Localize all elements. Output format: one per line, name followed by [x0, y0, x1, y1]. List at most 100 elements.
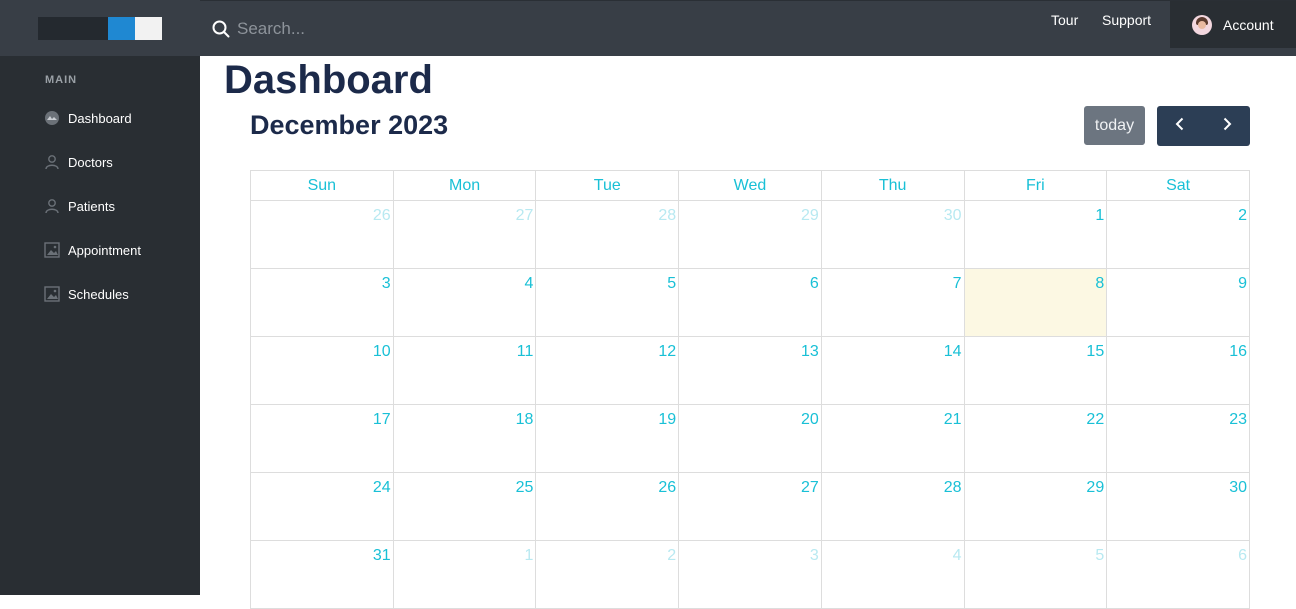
- calendar-day[interactable]: 1: [963, 200, 1108, 269]
- calendar-day[interactable]: 23: [1106, 404, 1250, 473]
- sidebar-item-schedules[interactable]: Schedules: [0, 272, 200, 316]
- calendar-day-other-month[interactable]: 26: [250, 200, 394, 269]
- day-number: 28: [943, 479, 962, 496]
- logo[interactable]: [38, 17, 162, 40]
- day-number: 30: [943, 207, 962, 224]
- sidebar-item-appointment[interactable]: Appointment: [0, 228, 200, 272]
- topbar: Tour Support Account: [200, 0, 1296, 56]
- calendar-day[interactable]: 9: [1106, 268, 1250, 337]
- chevron-right-icon: [1220, 117, 1234, 136]
- weekday-header: Sun: [250, 170, 394, 201]
- calendar-day[interactable]: 4: [392, 268, 537, 337]
- day-number: 16: [1229, 343, 1247, 360]
- search-input[interactable]: [237, 13, 837, 45]
- day-number: 25: [515, 479, 534, 496]
- calendar-day[interactable]: 24: [250, 472, 394, 541]
- day-number: 4: [524, 275, 534, 292]
- day-number: 17: [372, 411, 391, 428]
- tour-link[interactable]: Tour: [1051, 12, 1078, 28]
- weekday-header: Fri: [963, 170, 1108, 201]
- calendar-day-other-month[interactable]: 4: [820, 540, 965, 609]
- calendar-title: December 2023: [250, 110, 449, 140]
- day-number: 29: [801, 207, 819, 224]
- day-number: 5: [1095, 547, 1105, 564]
- calendar-day[interactable]: 3: [250, 268, 394, 337]
- calendar-day[interactable]: 25: [392, 472, 537, 541]
- calendar-day[interactable]: 27: [678, 472, 822, 541]
- search-icon[interactable]: [212, 20, 230, 38]
- day-number: 29: [1086, 479, 1105, 496]
- calendar-day[interactable]: 18: [392, 404, 537, 473]
- calendar-week-row: 31 1 2 3 4 5 6: [250, 540, 1250, 609]
- sidebar-item-doctors[interactable]: Doctors: [0, 140, 200, 184]
- day-number: 23: [1229, 411, 1247, 428]
- day-number: 3: [809, 547, 819, 564]
- account-menu[interactable]: Account: [1170, 1, 1296, 48]
- calendar-day[interactable]: 29: [963, 472, 1108, 541]
- day-number: 5: [667, 275, 677, 292]
- today-button[interactable]: today: [1084, 106, 1145, 145]
- sidebar-section-title: MAIN: [45, 74, 78, 86]
- day-number: 10: [372, 343, 391, 360]
- sidebar-item-label: Doctors: [68, 154, 113, 170]
- calendar-day[interactable]: 13: [678, 336, 822, 405]
- day-number: 27: [515, 207, 534, 224]
- calendar-day[interactable]: 10: [250, 336, 394, 405]
- day-number: 7: [952, 275, 962, 292]
- calendar-day[interactable]: 16: [1106, 336, 1250, 405]
- calendar-day[interactable]: 17: [250, 404, 394, 473]
- calendar-day-other-month[interactable]: 29: [678, 200, 822, 269]
- sidebar-item-patients[interactable]: Patients: [0, 184, 200, 228]
- next-month-button[interactable]: [1204, 106, 1251, 146]
- sidebar-item-label: Patients: [68, 198, 115, 214]
- image-icon: [44, 242, 60, 258]
- image-icon: [44, 286, 60, 302]
- calendar-day[interactable]: 19: [535, 404, 680, 473]
- calendar-day-other-month[interactable]: 27: [392, 200, 537, 269]
- calendar-day[interactable]: 30: [1106, 472, 1250, 541]
- calendar-day[interactable]: 28: [820, 472, 965, 541]
- support-link[interactable]: Support: [1102, 12, 1151, 28]
- calendar-day[interactable]: 26: [535, 472, 680, 541]
- calendar-day[interactable]: 5: [535, 268, 680, 337]
- day-number: 6: [809, 275, 819, 292]
- calendar-day[interactable]: 15: [963, 336, 1108, 405]
- day-number: 11: [516, 343, 534, 360]
- day-number: 19: [658, 411, 677, 428]
- calendar-day[interactable]: 12: [535, 336, 680, 405]
- calendar-day[interactable]: 31: [250, 540, 394, 609]
- calendar-week-row: 26 27 28 29 30 1 2: [250, 200, 1250, 269]
- calendar-day[interactable]: 6: [678, 268, 822, 337]
- calendar-day[interactable]: 22: [963, 404, 1108, 473]
- logo-part-light: [135, 17, 162, 40]
- calendar-day[interactable]: 7: [820, 268, 965, 337]
- calendar-day[interactable]: 21: [820, 404, 965, 473]
- calendar-nav-group: [1157, 106, 1250, 146]
- day-number: 24: [372, 479, 391, 496]
- calendar-day[interactable]: 20: [678, 404, 822, 473]
- day-number: 20: [801, 411, 819, 428]
- user-icon: [44, 154, 60, 170]
- calendar-day-other-month[interactable]: 30: [820, 200, 965, 269]
- calendar-day-other-month[interactable]: 3: [678, 540, 822, 609]
- day-number: 30: [1229, 479, 1247, 496]
- calendar-day-other-month[interactable]: 28: [535, 200, 680, 269]
- calendar-day[interactable]: 14: [820, 336, 965, 405]
- calendar-day-other-month[interactable]: 1: [392, 540, 537, 609]
- day-number: 1: [524, 547, 534, 564]
- sidebar-nav: Dashboard Doctors Patients Appointment S…: [0, 96, 200, 316]
- sidebar-item-dashboard[interactable]: Dashboard: [0, 96, 200, 140]
- calendar-day-other-month[interactable]: 6: [1106, 540, 1250, 609]
- calendar-day[interactable]: 2: [1106, 200, 1250, 269]
- calendar-week-row: 17 18 19 20 21 22 23: [250, 404, 1250, 473]
- sidebar-item-label: Dashboard: [68, 110, 132, 126]
- page-title: Dashboard: [224, 58, 433, 102]
- calendar-day-other-month[interactable]: 5: [963, 540, 1108, 609]
- calendar-week-row: 24 25 26 27 28 29 30: [250, 472, 1250, 541]
- day-number: 2: [1238, 207, 1247, 224]
- day-number: 13: [801, 343, 819, 360]
- calendar-day-today[interactable]: 8: [963, 268, 1108, 337]
- prev-month-button[interactable]: [1157, 106, 1204, 146]
- calendar-day[interactable]: 11: [392, 336, 537, 405]
- calendar-day-other-month[interactable]: 2: [535, 540, 680, 609]
